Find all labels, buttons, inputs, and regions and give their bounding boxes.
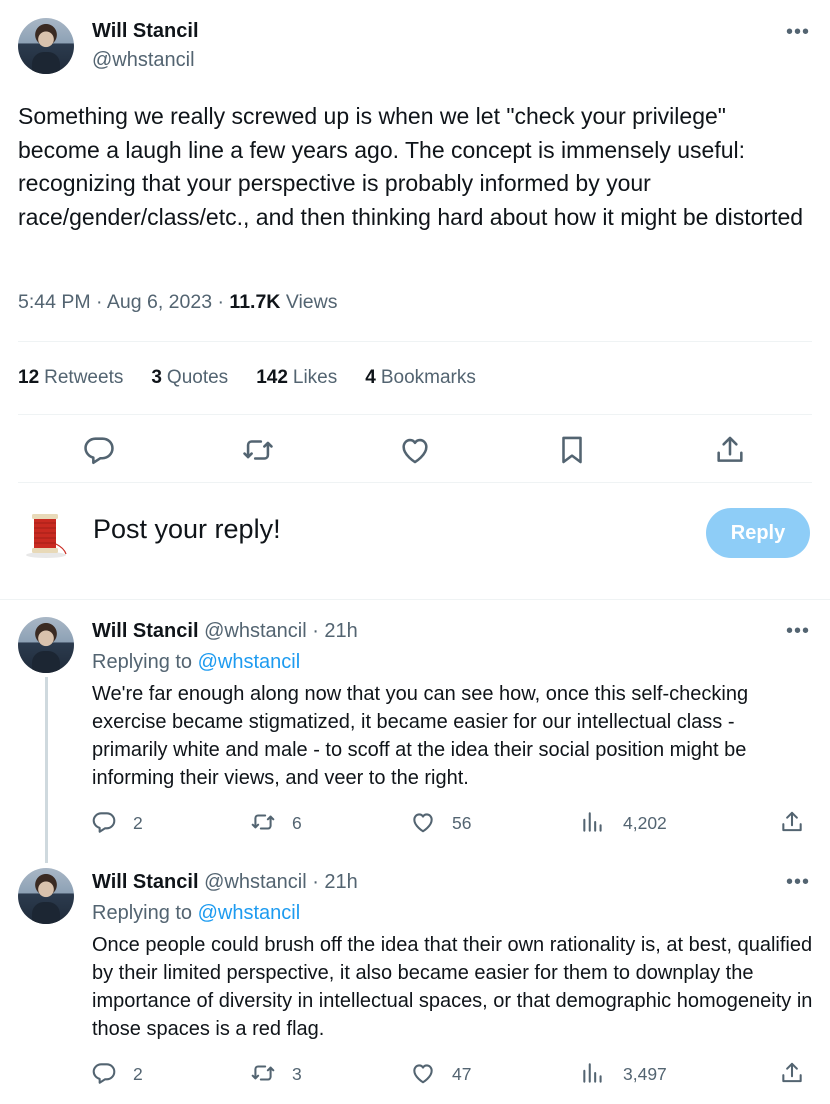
reply-author-handle[interactable]: @whstancil <box>204 620 307 642</box>
retweet-count: 3 <box>292 1064 302 1084</box>
view-count: 3,497 <box>623 1064 667 1084</box>
bar-chart-icon[interactable] <box>580 809 606 835</box>
reply-avatar[interactable] <box>18 617 74 673</box>
heart-icon[interactable] <box>398 433 432 467</box>
more-icon[interactable]: ••• <box>785 871 811 893</box>
mention-link[interactable]: @whstancil <box>198 651 301 673</box>
post-stats: 12 Retweets 3 Quotes 142 Likes 4 Bookmarks <box>18 367 476 389</box>
share-icon[interactable] <box>779 809 805 835</box>
reply-age[interactable]: · 21h <box>312 620 358 642</box>
reply-header: Will Stancil @whstancil · 21h <box>92 620 358 643</box>
author-name[interactable]: Will Stancil <box>92 20 199 43</box>
mention-link[interactable]: @whstancil <box>198 902 301 924</box>
heart-icon[interactable] <box>410 1060 436 1086</box>
post-actions <box>0 430 830 470</box>
retweet-icon[interactable] <box>250 809 276 835</box>
reply-count: 2 <box>133 1064 143 1084</box>
reply-count: 2 <box>133 813 143 833</box>
divider <box>18 341 812 342</box>
retweets-stat[interactable]: 12 Retweets <box>18 367 123 389</box>
bar-chart-icon[interactable] <box>580 1060 606 1086</box>
reply-avatar[interactable] <box>18 868 74 924</box>
more-icon[interactable]: ••• <box>785 21 811 43</box>
reply-icon[interactable] <box>82 433 116 467</box>
post-meta: 5:44 PM · Aug 6, 2023 · 11.7K Views <box>18 291 338 313</box>
retweet-count: 6 <box>292 813 302 833</box>
reply-author-name[interactable]: Will Stancil <box>92 871 199 893</box>
post-text: Something we really screwed up is when w… <box>18 103 804 230</box>
retweet-icon[interactable] <box>241 433 275 467</box>
replying-to: Replying to @whstancil <box>92 651 301 673</box>
share-icon[interactable] <box>779 1060 805 1086</box>
reply-actions: 2 6 56 4,202 <box>0 809 830 839</box>
share-icon[interactable] <box>713 433 747 467</box>
post-date[interactable]: Aug 6, 2023 <box>107 291 212 313</box>
replying-to: Replying to @whstancil <box>92 902 301 924</box>
bookmark-icon[interactable] <box>555 433 589 467</box>
divider <box>18 482 812 483</box>
author-avatar[interactable] <box>18 18 74 74</box>
views-count: 11.7K <box>229 291 281 313</box>
like-count: 56 <box>452 813 472 833</box>
reply-actions: 2 3 47 3,497 <box>0 1060 830 1090</box>
view-count: 4,202 <box>623 813 667 833</box>
author-handle[interactable]: @whstancil <box>92 49 195 72</box>
more-icon[interactable]: ••• <box>785 620 811 642</box>
reply-author-handle[interactable]: @whstancil <box>204 871 307 893</box>
views-label: Views <box>285 291 338 313</box>
reply-age[interactable]: · 21h <box>312 871 358 893</box>
divider <box>18 414 812 415</box>
likes-stat[interactable]: 142 Likes <box>256 367 337 389</box>
retweet-icon[interactable] <box>250 1060 276 1086</box>
quotes-stat[interactable]: 3 Quotes <box>151 367 228 389</box>
thread-spool-icon <box>20 508 72 560</box>
reply-icon[interactable] <box>91 809 117 835</box>
reply-icon[interactable] <box>91 1060 117 1086</box>
reply-button[interactable]: Reply <box>706 508 810 558</box>
divider <box>0 599 830 600</box>
reply-header: Will Stancil @whstancil · 21h <box>92 871 358 894</box>
reply-author-name[interactable]: Will Stancil <box>92 620 199 642</box>
reply-text: Once people could brush off the idea tha… <box>92 934 813 1040</box>
like-count: 47 <box>452 1064 472 1084</box>
post-time[interactable]: 5:44 PM <box>18 291 91 313</box>
tweet-page: Will Stancil @whstancil ••• Something we… <box>0 0 830 1104</box>
bookmarks-stat[interactable]: 4 Bookmarks <box>365 367 476 389</box>
reply-text: We're far enough along now that you can … <box>92 683 749 789</box>
heart-icon[interactable] <box>410 809 436 835</box>
reply-prompt-input[interactable]: Post your reply! <box>93 514 281 545</box>
